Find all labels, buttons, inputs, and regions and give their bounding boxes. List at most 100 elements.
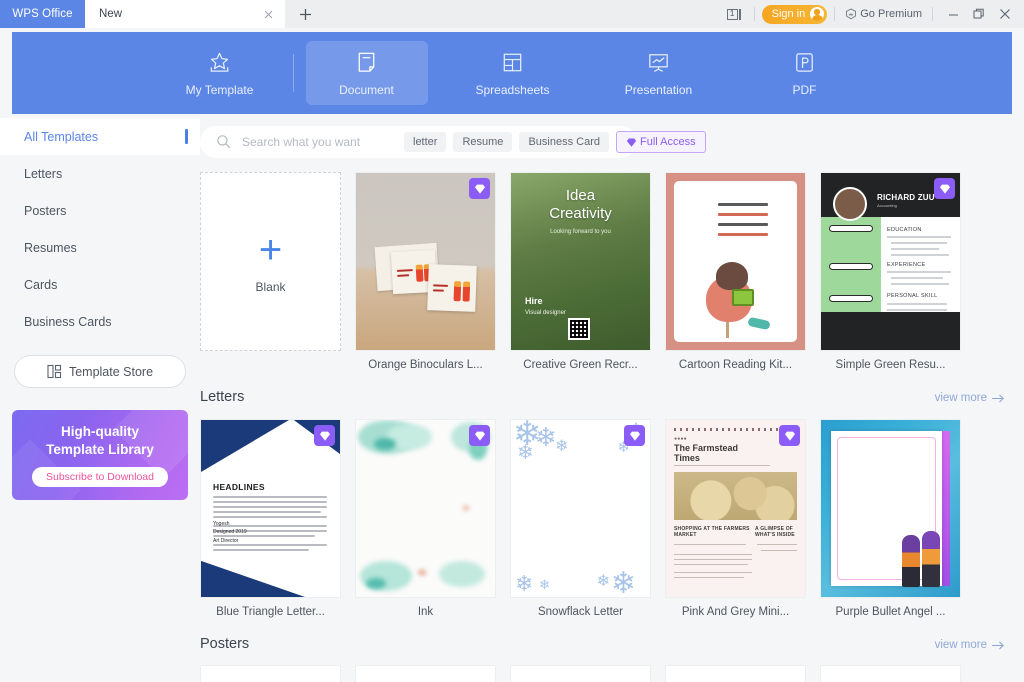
wps-office-logo[interactable]: WPS Office [0,0,85,28]
template-card-title: Pink And Grey Mini... [665,606,806,618]
view-more-posters-link[interactable]: view more [935,639,1005,651]
thumbnail-title-line1: Idea [511,187,650,205]
search-icon-svg [216,134,231,149]
sidebar-item-all-templates[interactable]: All Templates [0,118,200,155]
thumbnail-art: ●●●● The Farmstead Times SHOPPING AT THE… [666,420,805,597]
template-card-poster-partial[interactable] [665,665,806,682]
nav-item-document[interactable]: Document [306,41,428,105]
document-tab-label: New [99,8,259,20]
ink-blob [418,570,426,575]
character-illustration [900,529,946,587]
go-premium-button[interactable]: Go Premium [842,8,925,20]
invitation-card-2 [427,264,477,312]
template-card-blue-triangle-letter[interactable]: HEADLINES Yogesh Designed 201 [200,419,341,618]
go-premium-label: Go Premium [860,8,922,20]
sidebar-item-resumes[interactable]: Resumes [0,229,200,266]
search-input[interactable] [233,135,397,149]
template-card-ink[interactable]: Ink [355,419,496,618]
template-card-title: Snowflack Letter [510,606,651,618]
template-thumbnail: RICHARD ZUU Accounting EDUCATION EXPERIE… [820,172,961,351]
page-body: All Templates Letters Posters Resumes Ca… [0,114,1024,682]
window-count-indicator: 1 [727,9,741,20]
promo-title: High-quality Template Library [46,423,154,459]
section-header-letters: Letters view more [200,389,1005,405]
snowflake-icon: ❄ [555,436,568,456]
resume-heading-skill: PERSONAL SKILL [887,293,937,299]
search-tag-full-access[interactable]: Full Access [616,131,706,153]
template-card-blank[interactable]: + Blank [200,172,341,371]
content-line [213,516,327,518]
nav-item-pdf[interactable]: PDF [744,41,866,105]
template-card-purple-bullet-angel[interactable]: Purple Bullet Angel ... [820,419,961,618]
sidebar-item-cards[interactable]: Cards [0,266,200,303]
card-text-line [433,289,444,291]
sign-in-button[interactable]: Sign in [762,5,828,24]
plus-icon: + [259,230,282,270]
sign-in-label: Sign in [772,8,806,20]
template-card-pink-and-grey-minimal[interactable]: ●●●● The Farmstead Times SHOPPING AT THE… [665,419,806,618]
resume-line [887,271,951,273]
resume-line [887,236,951,238]
close-window-button[interactable] [992,0,1018,28]
gem-icon [784,430,796,442]
template-store-button[interactable]: Template Store [14,355,186,388]
view-more-letters-link[interactable]: view more [935,392,1005,404]
nav-item-spreadsheets[interactable]: Spreadsheets [452,41,574,105]
sidebar-item-business-cards[interactable]: Business Cards [0,303,200,340]
template-card-poster-partial[interactable] [820,665,961,682]
search-tag-letter[interactable]: letter [404,132,446,152]
sidebar: All Templates Letters Posters Resumes Ca… [0,114,200,682]
ink-blob [439,561,485,587]
nav-item-my-template[interactable]: My Template [159,41,281,105]
search-tag-business-card[interactable]: Business Card [519,132,609,152]
subscribe-button[interactable]: Subscribe to Download [32,467,168,487]
title-bar-spacer [325,0,721,28]
template-thumbnail: ●●●● The Farmstead Times SHOPPING AT THE… [665,419,806,598]
resume-line [891,277,943,279]
new-tab-button[interactable] [285,0,325,28]
template-card-creative-green-recruit[interactable]: Idea Creativity Looking forward to you H… [510,172,651,371]
template-card-poster-partial[interactable] [510,665,651,682]
owl-leg [747,317,770,330]
nav-item-presentation[interactable]: Presentation [598,41,720,105]
template-card-cartoon-reading[interactable]: Cartoon Reading Kit... [665,172,806,371]
snowflake-icon: ❄ [515,571,533,597]
search-tag-resume[interactable]: Resume [453,132,512,152]
template-card-orange-binoculars[interactable]: Orange Binoculars L... [355,172,496,371]
arrow-right-icon [992,641,1005,650]
template-card-title: Simple Green Resu... [820,359,961,371]
template-thumbnail [665,172,806,351]
sidebar-item-posters[interactable]: Posters [0,192,200,229]
window-count-button[interactable]: 1 [721,0,747,28]
close-icon-svg [264,10,273,19]
ink-blob [463,506,469,510]
snowflake-icon: ❄ [517,440,534,465]
template-card-poster-partial[interactable] [355,665,496,682]
document-tab[interactable]: New [85,0,285,28]
premium-badge [934,178,955,199]
content-line [757,544,797,545]
maximize-button[interactable] [966,0,992,28]
minimize-button[interactable] [940,0,966,28]
signature-sub: Designed 2019 [213,528,247,537]
template-card-simple-green-resume[interactable]: RICHARD ZUU Accounting EDUCATION EXPERIE… [820,172,961,371]
window-count-value: 1 [727,9,738,20]
close-icon[interactable] [259,5,277,23]
resume-heading-experience: EXPERIENCE [887,262,925,268]
snowflake-icon: ❄ [597,571,610,591]
card-text-line [397,274,409,277]
divider [834,7,835,21]
thumbnail-art: Idea Creativity Looking forward to you H… [511,173,650,350]
template-card-snowflack-letter[interactable]: ❄ ❄ ❄ ❄ ❄ ❄ ❄ ❄ ❄ ❄ [510,419,651,618]
resume-section-pill [829,225,873,232]
resume-footer-band [821,312,960,350]
resume-line [891,248,939,250]
template-card-poster-partial[interactable] [200,665,341,682]
sidebar-item-label: Cards [24,278,57,292]
content-line [213,501,327,503]
premium-badge [469,178,490,199]
main-content: letter Resume Business Card Full Access … [200,114,1024,682]
promo-banner[interactable]: High-quality Template Library Subscribe … [12,410,188,500]
wps-office-logo-label: WPS Office [12,8,72,20]
sidebar-item-letters[interactable]: Letters [0,155,200,192]
